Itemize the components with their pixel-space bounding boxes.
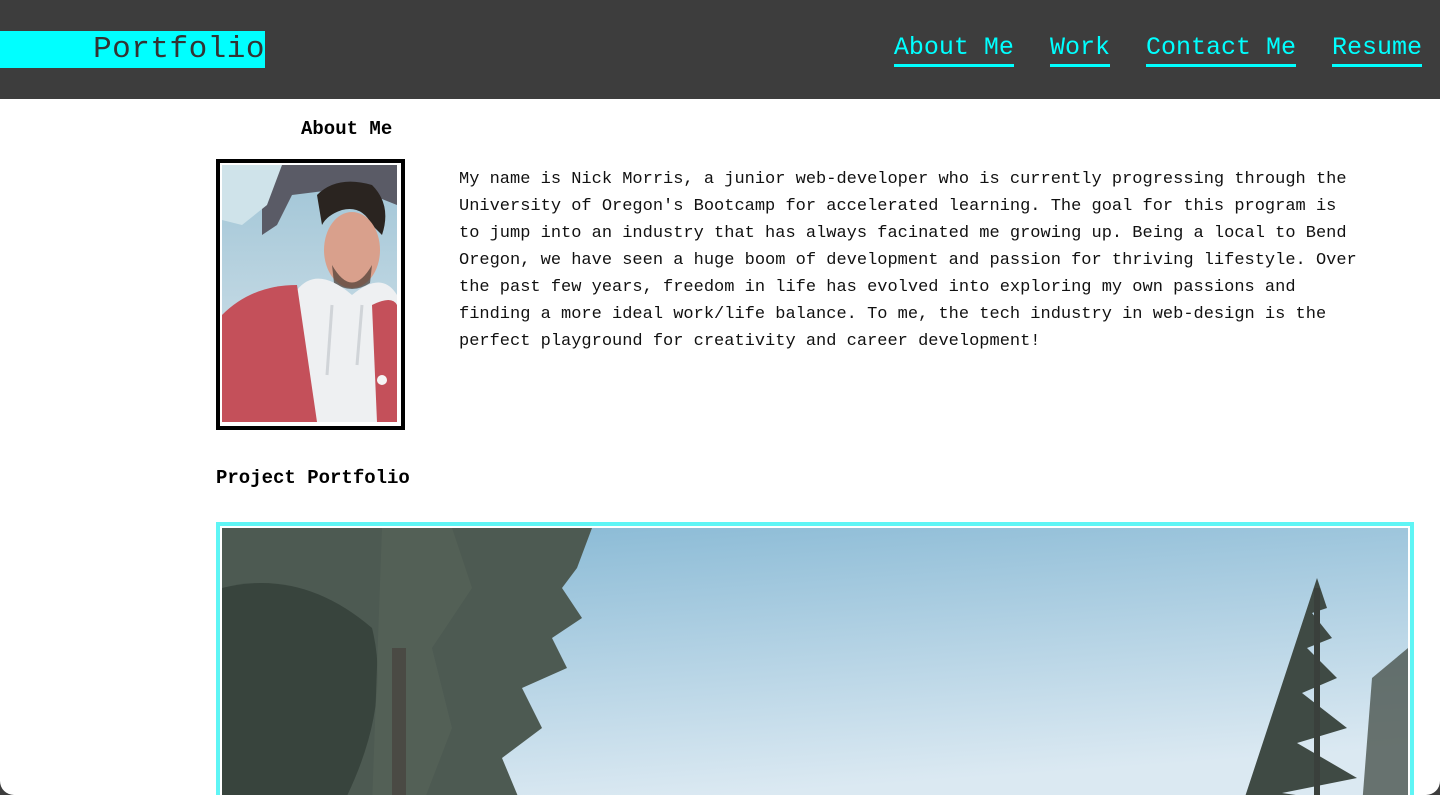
- page: Portfolio About Me Work Contact Me Resum…: [0, 0, 1440, 795]
- about-bio: My name is Nick Morris, a junior web-dev…: [459, 170, 1357, 351]
- nav-link-about-me[interactable]: About Me: [893, 33, 1014, 67]
- nav-link-contact-me[interactable]: Contact Me: [1145, 33, 1296, 67]
- main-nav: About Me Work Contact Me Resume: [893, 33, 1422, 67]
- project-card[interactable]: [216, 522, 1414, 795]
- about-heading: About Me: [301, 118, 393, 140]
- nav-link-resume[interactable]: Resume: [1331, 33, 1422, 67]
- site-header: Portfolio About Me Work Contact Me Resum…: [0, 0, 1440, 99]
- nav-link-work[interactable]: Work: [1049, 33, 1110, 67]
- project-image: [222, 528, 1408, 795]
- project-portfolio-heading: Project Portfolio: [216, 467, 410, 489]
- profile-photo-image: [222, 165, 397, 422]
- brand-logo[interactable]: Portfolio: [0, 31, 265, 68]
- profile-photo: [216, 159, 405, 430]
